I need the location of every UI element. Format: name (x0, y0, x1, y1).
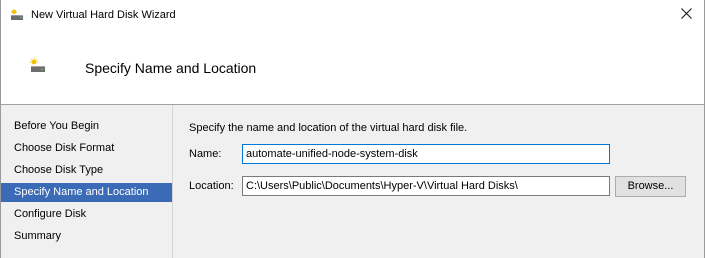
step-label: Choose Disk Format (14, 142, 115, 154)
wizard-header: Specify Name and Location (1, 30, 704, 105)
step-choose-disk-type[interactable]: Choose Disk Type (1, 161, 172, 180)
window-title: New Virtual Hard Disk Wizard (31, 9, 176, 21)
step-configure-disk[interactable]: Configure Disk (1, 205, 172, 224)
step-before-you-begin[interactable]: Before You Begin (1, 117, 172, 136)
step-label: Summary (14, 230, 62, 242)
location-label: Location: (189, 180, 234, 192)
wizard-content: Specify the name and location of the vir… (189, 105, 699, 258)
virtual-disk-icon (10, 9, 24, 21)
location-field[interactable] (242, 176, 610, 196)
close-icon (680, 8, 692, 22)
browse-button[interactable]: Browse... (615, 176, 686, 197)
close-button[interactable] (669, 2, 703, 28)
name-label: Name: (189, 148, 222, 160)
wizard-window: New Virtual Hard Disk Wizard Specify Nam… (0, 0, 705, 258)
wizard-body: Before You Begin Choose Disk Format Choo… (1, 105, 704, 258)
step-choose-disk-format[interactable]: Choose Disk Format (1, 139, 172, 158)
step-label: Configure Disk (14, 208, 87, 220)
wizard-step-list: Before You Begin Choose Disk Format Choo… (1, 105, 173, 258)
step-specify-name-and-location[interactable]: Specify Name and Location (1, 183, 172, 202)
step-label: Choose Disk Type (14, 164, 104, 176)
step-label: Specify Name and Location (14, 186, 149, 198)
name-field[interactable] (242, 144, 610, 164)
page-title: Specify Name and Location (85, 60, 257, 76)
step-summary[interactable]: Summary (1, 227, 172, 246)
instruction-text: Specify the name and location of the vir… (189, 122, 468, 134)
title-bar: New Virtual Hard Disk Wizard (1, 0, 704, 30)
step-label: Before You Begin (14, 120, 100, 132)
virtual-disk-icon (29, 58, 47, 74)
